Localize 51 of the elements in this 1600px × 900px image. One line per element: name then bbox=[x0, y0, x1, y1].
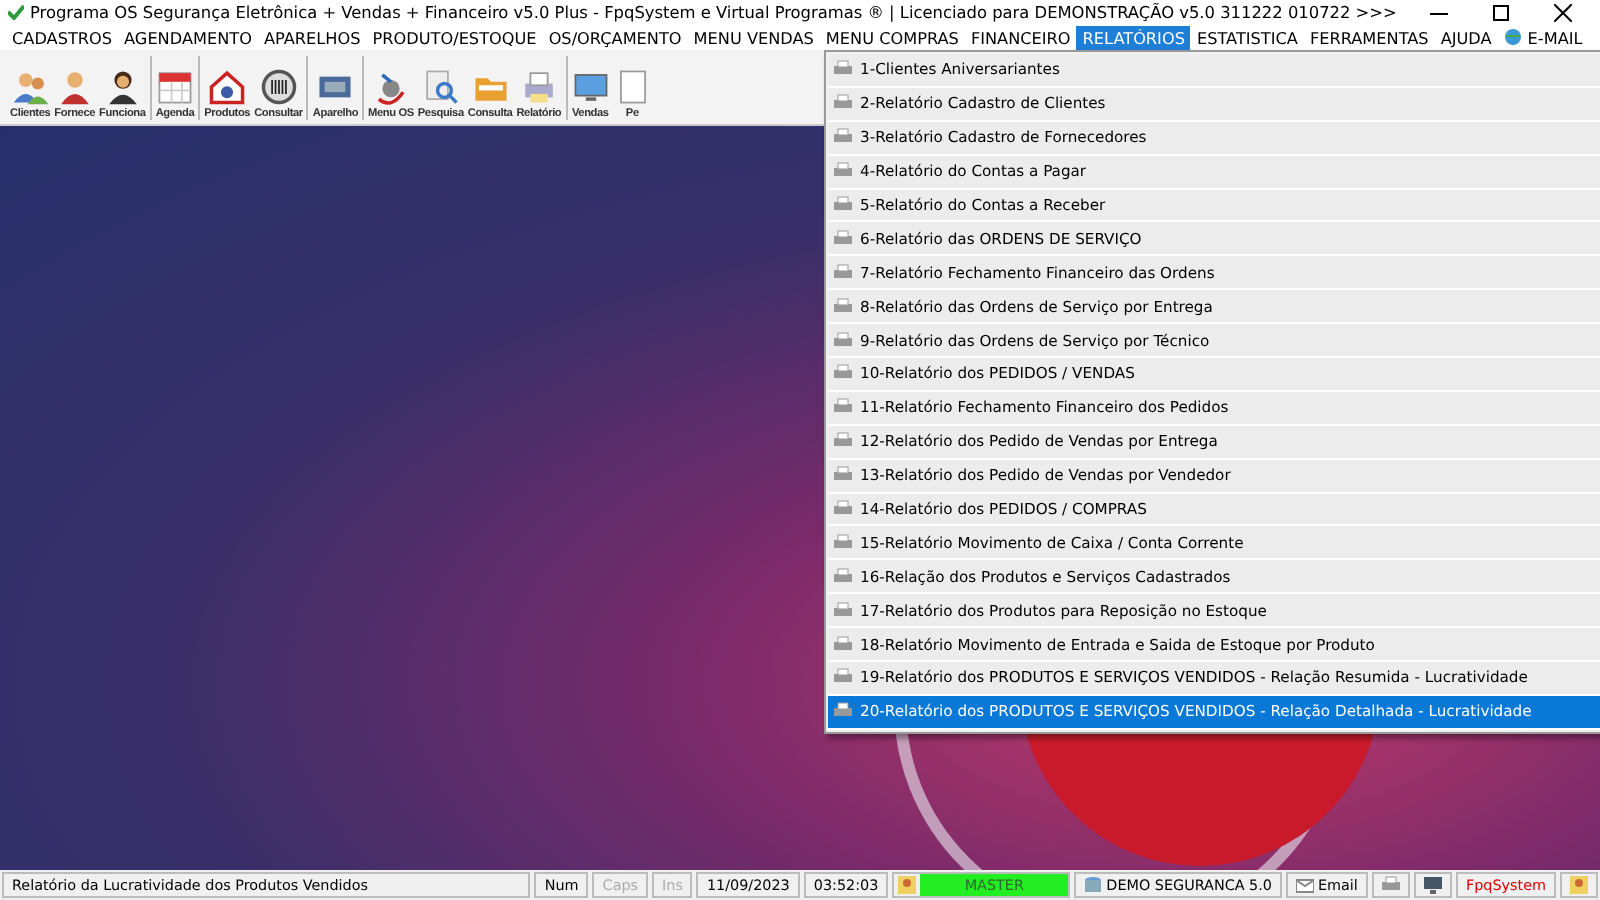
menu-item[interactable]: CADASTROS bbox=[6, 25, 119, 49]
monitor-icon bbox=[1423, 876, 1442, 894]
printer-icon bbox=[834, 601, 852, 620]
printer-icon bbox=[834, 128, 852, 147]
calendar-icon bbox=[155, 68, 194, 106]
printer-icon bbox=[834, 398, 852, 417]
people-icon bbox=[11, 68, 50, 106]
database-icon bbox=[1084, 876, 1103, 894]
printer-icon bbox=[834, 432, 852, 451]
monitor-icon bbox=[571, 68, 610, 106]
mail-icon bbox=[1295, 876, 1314, 894]
menu-item[interactable]: APARELHOS bbox=[257, 25, 367, 49]
printer-icon bbox=[834, 533, 852, 552]
printer-icon bbox=[834, 94, 852, 113]
window-title: Programa OS Segurança Eletrônica + Vendas + Financeiro v5.0 Plus - FpqSystem e Virtual Programas ® | Licenciado para DEMONSTRAÇÃO v5.0 311222 010722 >>> bbox=[30, 2, 1399, 22]
barcode-icon bbox=[259, 68, 298, 106]
menu-item[interactable]: MENU COMPRAS bbox=[819, 25, 965, 49]
menu-item[interactable]: FERRAMENTAS bbox=[1303, 25, 1435, 49]
printer-icon bbox=[834, 331, 852, 350]
house-icon bbox=[208, 68, 247, 106]
printer-icon bbox=[519, 68, 558, 106]
menu-item[interactable]: FINANCEIRO bbox=[964, 25, 1077, 49]
printer-icon bbox=[834, 60, 852, 79]
menu-item[interactable]: E-MAIL bbox=[1497, 25, 1589, 49]
menu-item[interactable]: AGENDAMENTO bbox=[118, 25, 258, 49]
printer-icon bbox=[834, 263, 852, 282]
menu-item[interactable]: ESTATISTICA bbox=[1190, 25, 1304, 49]
printer-icon bbox=[834, 196, 852, 214]
app-icon bbox=[8, 4, 24, 20]
printer-icon bbox=[834, 668, 852, 687]
printer-icon bbox=[834, 567, 852, 586]
menu-item[interactable]: AJUDA bbox=[1434, 25, 1498, 49]
printer-icon bbox=[834, 297, 852, 316]
printer-icon bbox=[834, 466, 852, 485]
printer-icon bbox=[834, 229, 852, 248]
printer-icon bbox=[834, 500, 852, 519]
search-icon bbox=[421, 68, 460, 106]
printer-icon bbox=[834, 635, 852, 654]
close-icon[interactable] bbox=[1554, 3, 1572, 21]
menu-item[interactable]: OS/ORÇAMENTO bbox=[542, 25, 688, 49]
menu-item[interactable]: RELATÓRIOS bbox=[1076, 25, 1191, 49]
user-icon bbox=[1570, 876, 1588, 894]
printer-icon bbox=[1381, 876, 1400, 894]
maximize-icon[interactable] bbox=[1492, 3, 1510, 21]
globe-icon bbox=[1503, 28, 1522, 46]
printer-icon bbox=[834, 702, 852, 721]
printer-icon bbox=[834, 364, 852, 383]
printer-icon bbox=[834, 162, 852, 181]
menu-item[interactable]: MENU VENDAS bbox=[687, 25, 820, 49]
user-icon bbox=[898, 876, 917, 894]
menu-item[interactable]: PRODUTO/ESTOQUE bbox=[366, 25, 543, 49]
